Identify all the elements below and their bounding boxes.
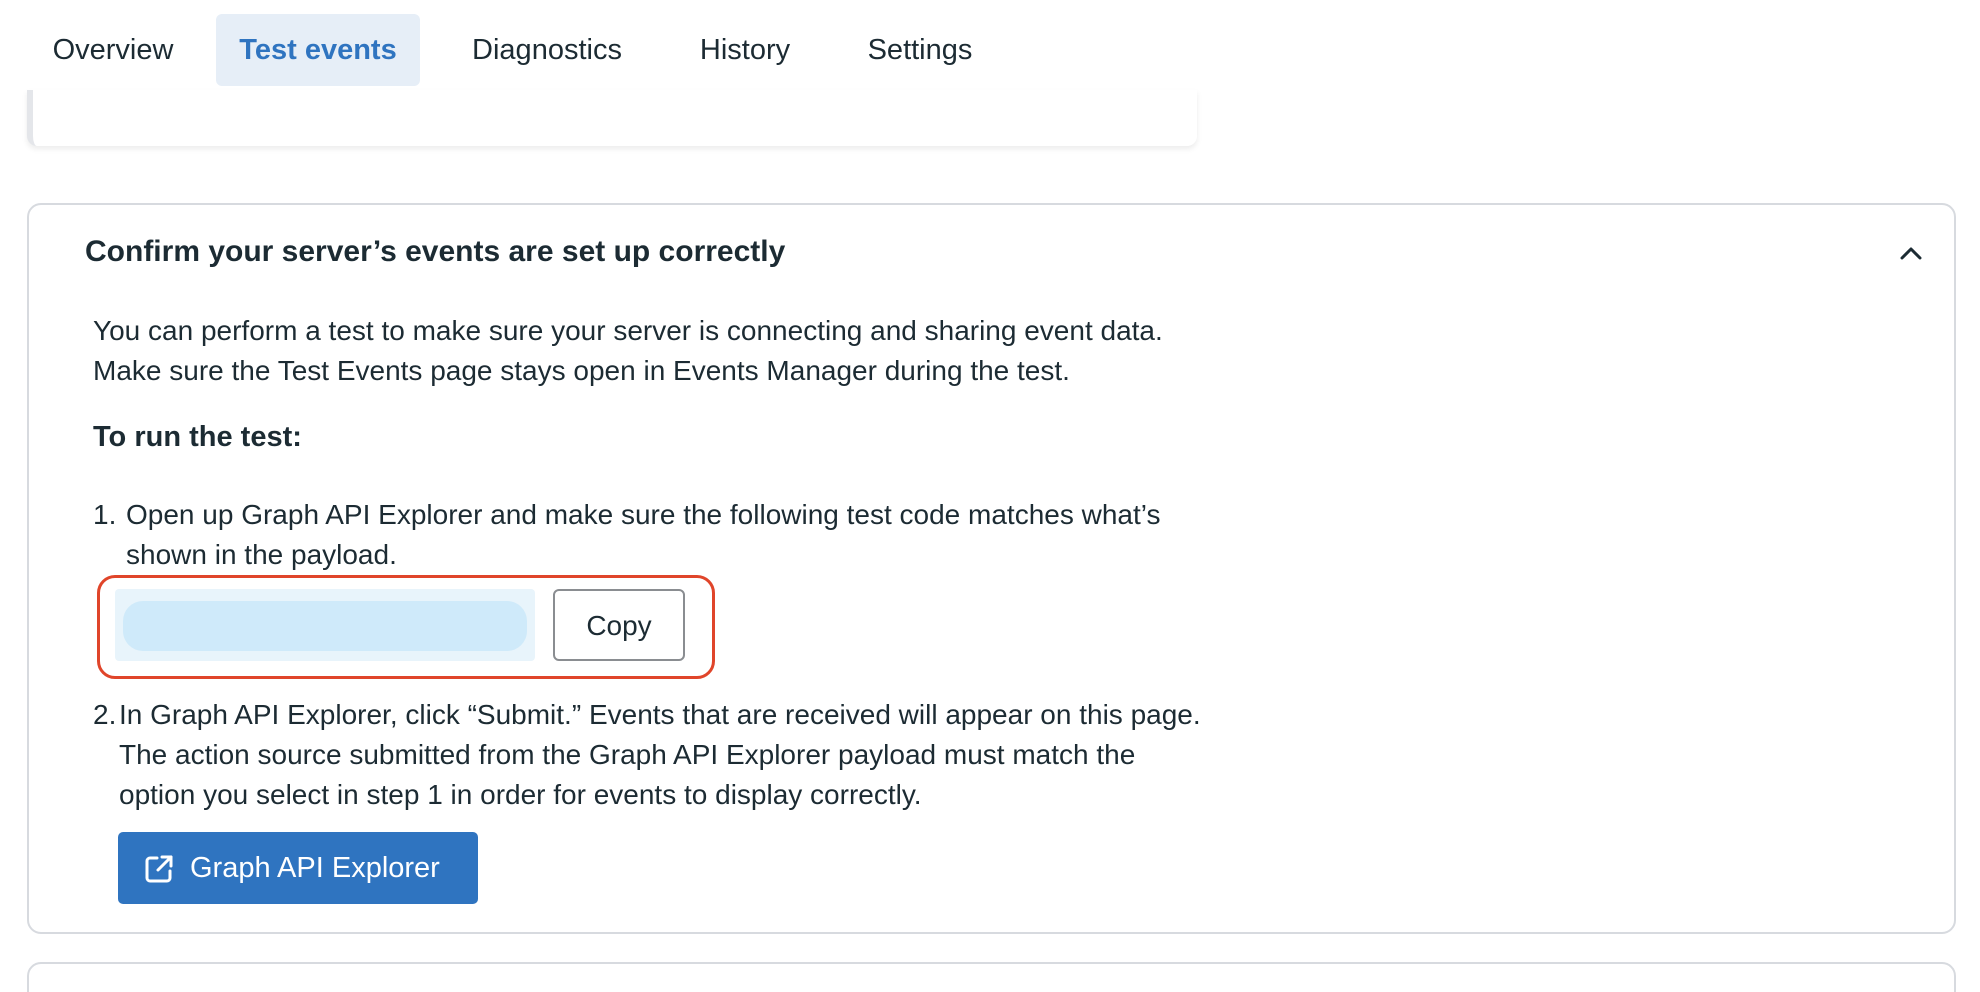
step-2-line-1: In Graph API Explorer, click “Submit.” E…: [119, 699, 1201, 730]
card-title: Confirm your server’s events are set up …: [85, 235, 786, 268]
step-1-line-2: shown in the payload.: [126, 539, 397, 570]
step-1-number: 1.: [93, 499, 117, 530]
events-manager-page: Overview Test events Diagnostics History…: [0, 0, 1980, 992]
step-2-line-2: The action source submitted from the Gra…: [119, 739, 1136, 770]
test-code-input[interactable]: [123, 601, 527, 651]
graph-api-explorer-button[interactable]: Graph API Explorer: [118, 832, 478, 904]
step-2-line-3: option you select in step 1 in order for…: [119, 779, 922, 810]
step-1-text: Open up Graph API Explorer and make sure…: [126, 495, 1161, 575]
tab-test-events[interactable]: Test events: [216, 14, 420, 86]
description-line-2: Make sure the Test Events page stays ope…: [93, 355, 1070, 386]
run-test-heading: To run the test:: [93, 421, 302, 453]
description-line-1: You can perform a test to make sure your…: [93, 315, 1163, 346]
step-2-number: 2.: [93, 699, 117, 730]
server-events-card: Confirm your server’s events are set up …: [27, 203, 1956, 934]
step-1-line-1: Open up Graph API Explorer and make sure…: [126, 499, 1161, 530]
tab-history[interactable]: History: [680, 14, 810, 86]
chevron-up-icon[interactable]: [1898, 243, 1924, 263]
tab-diagnostics[interactable]: Diagnostics: [452, 14, 642, 86]
tab-settings[interactable]: Settings: [850, 14, 990, 86]
copy-button[interactable]: Copy: [553, 589, 685, 661]
previous-card: [27, 90, 1197, 146]
tab-bar: Overview Test events Diagnostics History…: [0, 0, 1980, 100]
graph-api-explorer-label: Graph API Explorer: [190, 852, 440, 884]
next-card: [27, 962, 1956, 992]
step-2-text: In Graph API Explorer, click “Submit.” E…: [119, 695, 1201, 815]
external-link-icon: [145, 855, 173, 883]
card-description: You can perform a test to make sure your…: [93, 311, 1163, 391]
test-code-field: [115, 589, 535, 661]
tab-overview[interactable]: Overview: [38, 14, 188, 86]
